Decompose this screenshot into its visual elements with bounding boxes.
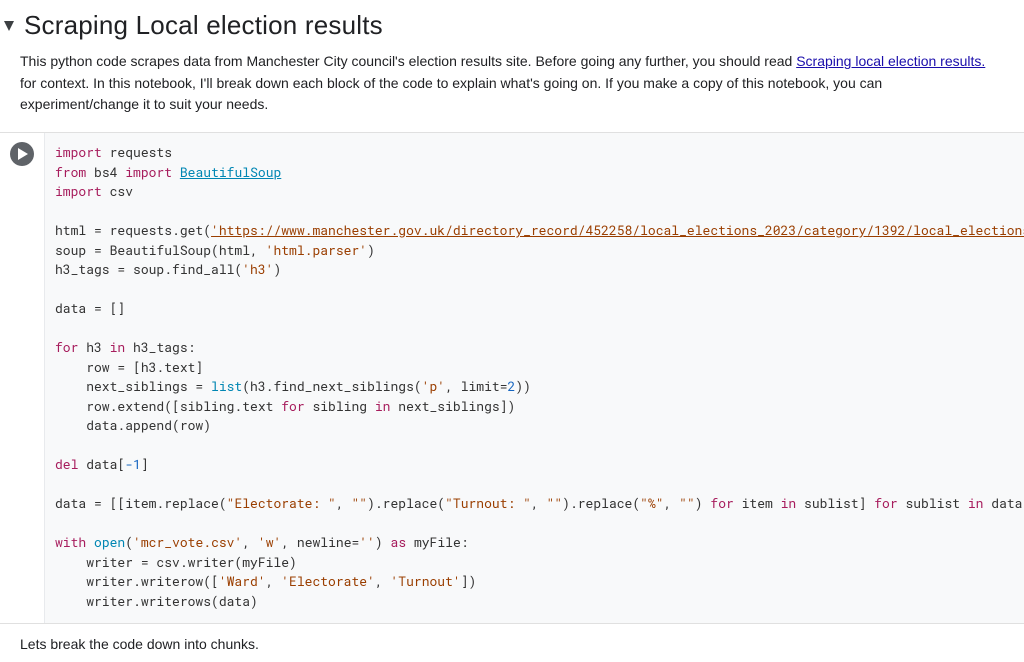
intro-link[interactable]: Scraping local election results.	[796, 53, 985, 69]
intro-paragraph: This python code scrapes data from Manch…	[0, 51, 1024, 130]
notebook-root: Scraping Local election results This pyt…	[0, 0, 1024, 662]
cell-gutter	[0, 133, 44, 623]
intro-text-after: for context. In this notebook, I'll brea…	[20, 75, 882, 113]
intro-text-before: This python code scrapes data from Manch…	[20, 53, 796, 69]
section-title: Scraping Local election results	[24, 10, 383, 41]
code-editor[interactable]: import requests from bs4 import Beautifu…	[44, 133, 1024, 623]
run-cell-button[interactable]	[10, 142, 34, 166]
closing-paragraph: Lets break the code down into chunks.	[0, 636, 1024, 652]
code-cell: ⋮ import requests from bs4 import Beauti…	[0, 132, 1024, 624]
section-header: Scraping Local election results	[0, 4, 1024, 51]
collapse-chevron-icon[interactable]	[4, 21, 14, 31]
